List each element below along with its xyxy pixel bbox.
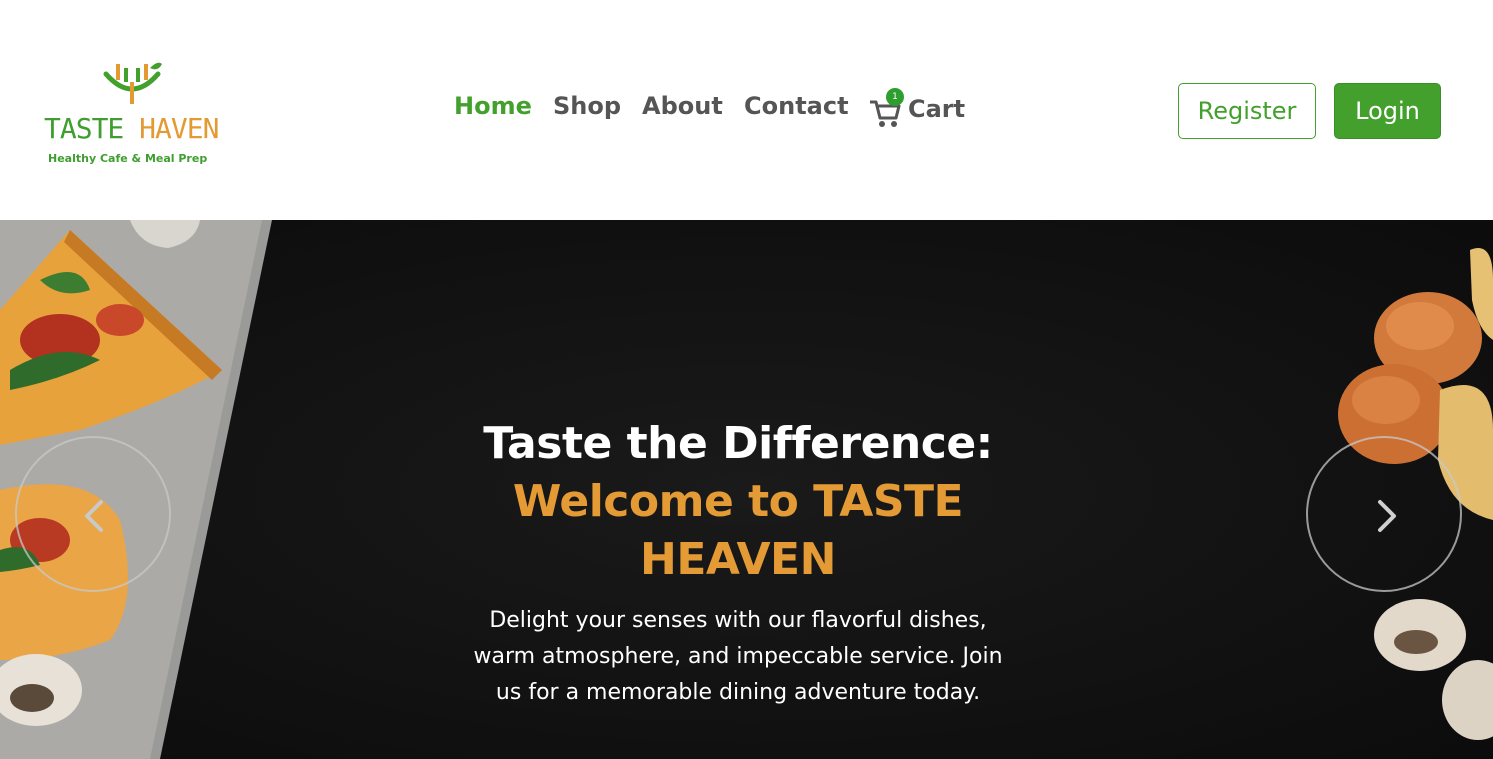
hero-carousel: Taste the Difference: Welcome to TASTE H… — [0, 220, 1493, 759]
cart-label: Cart — [908, 95, 966, 123]
hero-title-line1: Taste the Difference: — [483, 418, 993, 469]
carousel-next-button[interactable] — [1306, 436, 1462, 592]
hero-content: Taste the Difference: Welcome to TASTE H… — [438, 415, 1038, 711]
login-button[interactable]: Login — [1334, 83, 1441, 139]
hero-title-line2: Welcome to TASTE HEAVEN — [512, 476, 964, 585]
site-header: TASTE HAVEN Healthy Cafe & Meal Prep Hom… — [0, 0, 1493, 220]
nav-about-link[interactable]: About — [642, 88, 723, 124]
nav-shop-link[interactable]: Shop — [553, 88, 621, 124]
hero-title: Taste the Difference: Welcome to TASTE H… — [438, 415, 1038, 589]
nav-home-link[interactable]: Home — [454, 88, 532, 124]
brand-name-part2: HAVEN — [139, 112, 219, 145]
cart-link[interactable]: 1 Cart — [868, 88, 978, 130]
fork-knife-logo-icon — [103, 62, 162, 104]
brand-logo[interactable]: TASTE HAVEN Healthy Cafe & Meal Prep — [44, 60, 219, 170]
hero-subtitle: Delight your senses with our flavorful d… — [473, 608, 1003, 705]
carousel-prev-button[interactable] — [15, 436, 171, 592]
brand-tagline: Healthy Cafe & Meal Prep — [48, 152, 208, 165]
chevron-left-icon — [85, 500, 103, 532]
chevron-right-icon — [1378, 500, 1396, 532]
register-button[interactable]: Register — [1178, 83, 1316, 139]
brand-name: TASTE HAVEN — [44, 112, 219, 146]
nav-contact-link[interactable]: Contact — [744, 88, 849, 124]
brand-name-part1: TASTE — [44, 112, 124, 145]
cart-count-badge: 1 — [886, 88, 904, 106]
